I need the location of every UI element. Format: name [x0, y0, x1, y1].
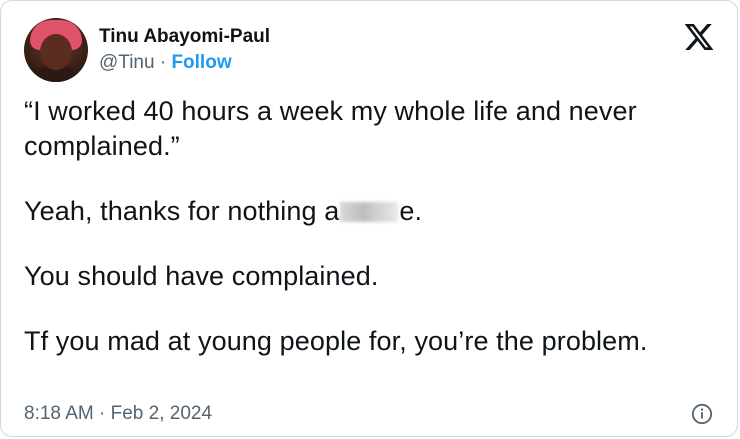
info-icon[interactable] [691, 403, 713, 425]
tweet-timestamp[interactable]: 8:18 AM · Feb 2, 2024 [24, 402, 212, 426]
tweet-text-fragment: Yeah, thanks for nothing a [24, 196, 340, 226]
tweet-text-fragment: e. [399, 196, 423, 226]
tweet-paragraph: You should have complained. [24, 261, 379, 291]
tweet-paragraph: “I worked 40 hours a week my whole life … [24, 96, 637, 161]
tweet-card: Tinu Abayomi-Paul @Tinu · Follow “I work… [0, 0, 738, 437]
tweet-header: Tinu Abayomi-Paul @Tinu · Follow [24, 18, 270, 82]
separator-dot: · [159, 52, 167, 73]
handle-row: @Tinu · Follow [99, 51, 270, 75]
avatar-face [40, 34, 72, 70]
tweet-text: “I worked 40 hours a week my whole life … [24, 94, 714, 359]
author-info: Tinu Abayomi-Paul @Tinu · Follow [99, 25, 270, 75]
follow-button[interactable]: Follow [171, 52, 231, 73]
tweet-paragraph: Yeah, thanks for nothing a e. [24, 194, 714, 229]
tweet-date: Feb 2, 2024 [110, 403, 213, 424]
censored-word [340, 202, 399, 222]
separator-dot: · [99, 403, 106, 424]
tweet-paragraph: Tf you mad at young people for, you’re t… [24, 326, 648, 356]
author-handle[interactable]: @Tinu [99, 52, 155, 73]
x-logo-icon[interactable] [683, 21, 715, 53]
avatar[interactable] [24, 18, 88, 82]
author-name[interactable]: Tinu Abayomi-Paul [99, 25, 270, 49]
tweet-time: 8:18 AM [24, 403, 94, 424]
